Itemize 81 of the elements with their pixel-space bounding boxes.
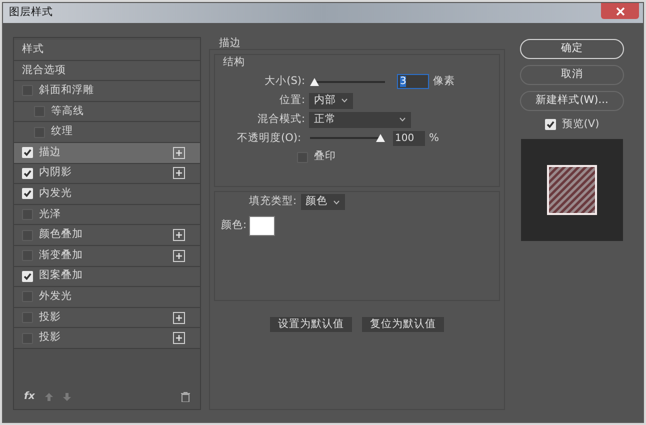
style-list-item[interactable]: 颜色叠加 bbox=[14, 225, 200, 246]
style-list-item[interactable]: 等高线 bbox=[14, 102, 200, 122]
close-icon bbox=[616, 6, 624, 16]
unit-label: % bbox=[429, 130, 439, 146]
striped-square-drawing bbox=[547, 164, 597, 215]
checkbox[interactable] bbox=[22, 188, 33, 200]
plus-icon bbox=[175, 169, 183, 178]
plus-icon bbox=[175, 314, 183, 322]
checkbox[interactable] bbox=[22, 168, 33, 179]
slider-thumb[interactable] bbox=[310, 78, 320, 86]
dialog-button[interactable]: 新建样式(W)... bbox=[520, 91, 624, 111]
add-effect-button[interactable] bbox=[173, 332, 185, 344]
chevron-down-icon bbox=[399, 117, 406, 122]
style-label: 等高线 bbox=[51, 104, 85, 119]
trash-icon[interactable] bbox=[181, 392, 190, 402]
checkbox[interactable] bbox=[22, 270, 33, 282]
dialog-button[interactable]: 取消 bbox=[520, 65, 624, 85]
chevron-down-icon bbox=[332, 200, 340, 204]
style-list-item[interactable]: 图案叠加 bbox=[14, 266, 200, 288]
plus-icon bbox=[175, 252, 183, 260]
style-label: 斜面和浮雕 bbox=[39, 83, 95, 98]
preview-checkbox[interactable] bbox=[544, 119, 556, 130]
dropdown[interactable]: 正常 bbox=[309, 112, 411, 128]
reset-default-button[interactable]: 设置为默认值 bbox=[270, 317, 352, 332]
style-label: 投影 bbox=[39, 330, 62, 346]
style-label: 渐变叠加 bbox=[39, 248, 84, 263]
opacity-input[interactable]: 100 bbox=[393, 130, 425, 146]
size-input[interactable]: 3 bbox=[397, 74, 429, 90]
add-effect-button[interactable] bbox=[173, 229, 185, 242]
window-title: 图层样式 bbox=[9, 5, 53, 20]
plus-icon bbox=[175, 231, 183, 240]
style-list-item[interactable]: 投影 bbox=[14, 328, 200, 349]
chevron-down-icon bbox=[341, 98, 348, 103]
style-label: 外发光 bbox=[39, 289, 73, 304]
reset-default-button[interactable]: 复位为默认值 bbox=[362, 317, 444, 332]
add-effect-button[interactable] bbox=[173, 312, 185, 324]
plus-icon bbox=[175, 148, 183, 157]
style-list-item[interactable]: 内发光 bbox=[14, 184, 200, 205]
color-swatch[interactable] bbox=[248, 216, 275, 236]
style-label: 图案叠加 bbox=[39, 268, 84, 284]
style-list-item[interactable]: 内阴影 bbox=[14, 164, 200, 184]
add-effect-button[interactable] bbox=[173, 250, 185, 262]
checkbox[interactable] bbox=[22, 147, 33, 158]
dropdown[interactable]: 内部 bbox=[309, 92, 353, 108]
style-list-item[interactable]: 描边 bbox=[14, 142, 200, 164]
style-label: 光泽 bbox=[39, 206, 62, 222]
style-list-item[interactable]: 外发光 bbox=[14, 287, 200, 308]
add-effect-button[interactable] bbox=[173, 146, 185, 159]
unit-label: 像素 bbox=[433, 74, 455, 89]
field-label: 混合模式: bbox=[256, 112, 305, 127]
style-list-item[interactable]: 混合选项 bbox=[14, 60, 200, 82]
style-label: 纹理 bbox=[51, 124, 74, 140]
plus-icon bbox=[175, 334, 183, 342]
style-list-item[interactable]: 渐变叠加 bbox=[14, 246, 200, 267]
style-label: 混合选项 bbox=[22, 62, 67, 78]
style-label: 样式 bbox=[22, 42, 45, 57]
style-label: 颜色叠加 bbox=[39, 227, 84, 242]
section-title: 描边 bbox=[218, 37, 242, 49]
checkbox-label: 叠印 bbox=[314, 149, 336, 164]
field-label: 填充类型: bbox=[249, 194, 297, 210]
style-label: 内发光 bbox=[39, 186, 73, 202]
style-list-item[interactable]: 样式 bbox=[14, 40, 200, 61]
style-list-item[interactable]: 投影 bbox=[14, 308, 200, 328]
field-label: 大小(S): bbox=[264, 74, 305, 89]
field-label: 颜色: bbox=[221, 218, 247, 234]
style-label: 内阴影 bbox=[39, 165, 73, 180]
group-title: 结构 bbox=[222, 55, 246, 70]
style-list-item[interactable]: 纹理 bbox=[14, 122, 200, 143]
field-label: 不透明度(O): bbox=[236, 130, 301, 146]
style-label: 描边 bbox=[39, 144, 62, 160]
close-button[interactable] bbox=[601, 3, 639, 19]
style-label: 投影 bbox=[39, 310, 62, 325]
fx-button[interactable]: fx bbox=[24, 391, 35, 403]
checkbox-label: 预览(V) bbox=[562, 117, 600, 132]
dialog-button[interactable]: 确定 bbox=[520, 39, 624, 59]
style-list-item[interactable]: 斜面和浮雕 bbox=[14, 81, 200, 102]
add-effect-button[interactable] bbox=[173, 167, 185, 180]
style-list-item[interactable]: 光泽 bbox=[14, 204, 200, 226]
dropdown[interactable]: 颜色 bbox=[300, 194, 345, 210]
slider-thumb[interactable] bbox=[376, 134, 385, 142]
field-label: 位置: bbox=[278, 92, 305, 108]
